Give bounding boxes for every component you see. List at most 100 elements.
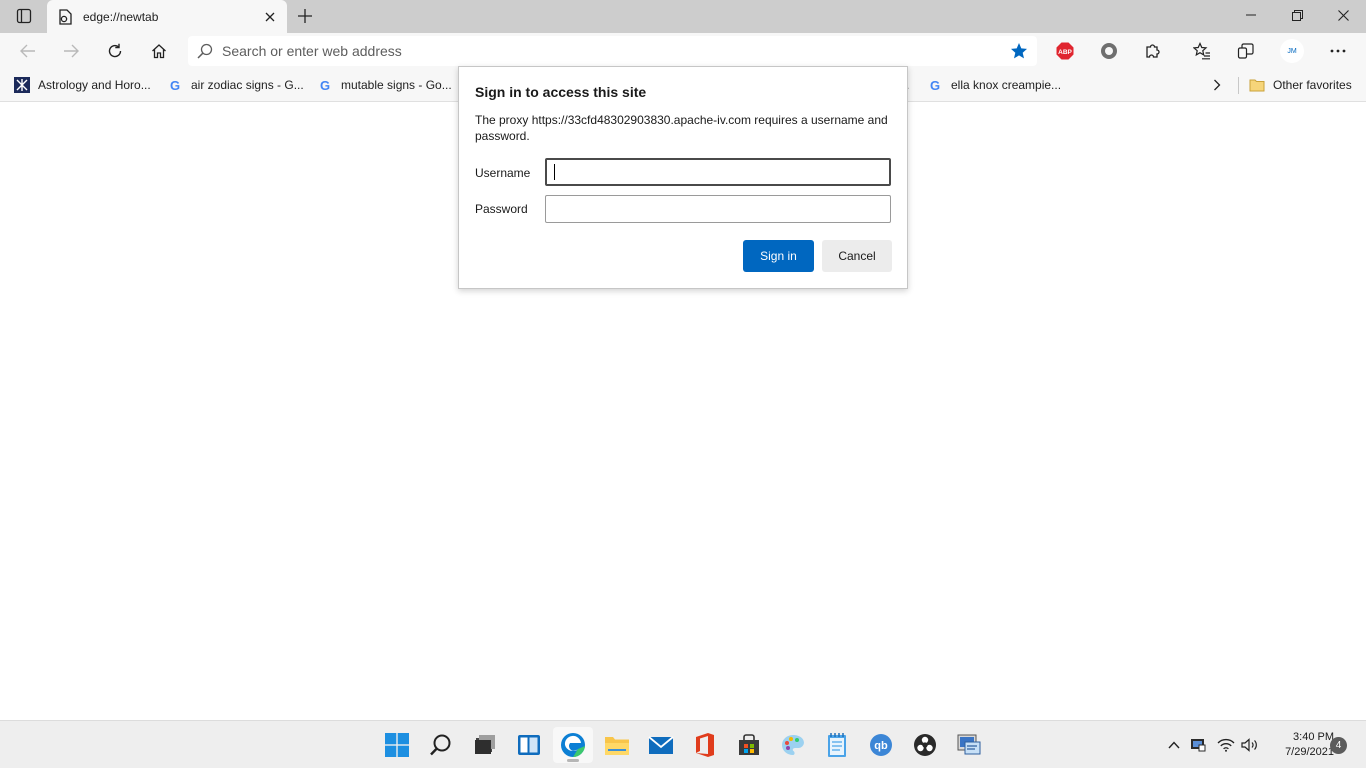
network-button[interactable]	[1215, 733, 1237, 757]
password-label: Password	[475, 202, 528, 216]
star-filled-icon	[1011, 43, 1027, 59]
dialog-message: The proxy https://33cfd48302903830.apach…	[475, 113, 888, 143]
adblock-plus-icon: ABP	[1056, 42, 1074, 60]
refresh-button[interactable]	[100, 36, 130, 66]
minimize-icon	[1246, 14, 1256, 16]
forward-button[interactable]	[56, 36, 86, 66]
edge-icon	[561, 733, 585, 758]
extensions-button[interactable]	[1138, 36, 1168, 66]
notepad-icon	[828, 733, 846, 757]
restore-button[interactable]	[1274, 0, 1320, 30]
tray-app-button[interactable]	[1188, 733, 1208, 757]
taskbar-paint[interactable]	[773, 727, 813, 763]
close-icon	[265, 12, 275, 21]
taskbar-office[interactable]	[685, 727, 725, 763]
address-input[interactable]	[222, 43, 1001, 59]
collections-button[interactable]	[1231, 36, 1261, 66]
remote-desktop-icon	[957, 734, 981, 755]
proxy-auth-dialog: Sign in to access this site The proxy ht…	[458, 66, 908, 289]
minimize-button[interactable]	[1228, 0, 1274, 30]
taskbar-clock[interactable]: 3:40 PM 7/29/2021	[1262, 730, 1334, 760]
tab-actions-icon	[16, 8, 32, 24]
taskbar-search-button[interactable]	[421, 727, 461, 763]
favorite-label: mutable signs - Go...	[341, 78, 452, 92]
folder-icon	[1249, 77, 1265, 93]
favorite-label: ella knox creampie...	[951, 78, 1062, 92]
windows-logo-icon	[385, 733, 409, 757]
new-tab-button[interactable]	[291, 4, 319, 28]
start-button[interactable]	[377, 727, 417, 763]
tab-close-button[interactable]	[257, 4, 283, 30]
taskbar-notepad[interactable]	[817, 727, 857, 763]
settings-menu-button[interactable]	[1323, 36, 1353, 66]
taskbar-mail[interactable]	[641, 727, 681, 763]
favorites-overflow-button[interactable]	[1213, 75, 1221, 95]
speaker-icon	[1241, 738, 1257, 752]
taskbar-edge[interactable]	[553, 727, 593, 763]
tray-monitor-icon	[1191, 739, 1206, 752]
avatar-initials: JM	[1287, 47, 1297, 55]
home-button[interactable]	[144, 36, 174, 66]
widgets-icon	[518, 735, 540, 755]
profile-button[interactable]: JM	[1277, 36, 1307, 66]
sign-in-button[interactable]: Sign in	[743, 240, 814, 272]
taskbar-obs[interactable]	[905, 727, 945, 763]
chevron-up-icon	[1168, 741, 1180, 749]
address-bar[interactable]	[188, 36, 1037, 66]
collections-icon	[1237, 43, 1254, 59]
obs-icon	[914, 734, 936, 756]
tab-actions-button[interactable]	[8, 4, 40, 28]
favorite-item[interactable]: Astrology and Horo...	[14, 75, 151, 95]
paint-palette-icon	[782, 735, 804, 755]
favorite-label: air zodiac signs - G...	[191, 78, 304, 92]
clock-date: 7/29/2021	[1285, 746, 1334, 758]
taskbar-store[interactable]	[729, 727, 769, 763]
tab-strip: edge://newtab	[0, 0, 1366, 33]
mail-icon	[648, 736, 674, 754]
favorite-item[interactable]: G ella knox creampie...	[927, 75, 1061, 95]
close-icon	[1337, 9, 1349, 21]
refresh-icon	[108, 43, 122, 58]
extension-circle-button[interactable]	[1094, 36, 1124, 66]
search-icon	[430, 734, 451, 756]
tab-title: edge://newtab	[83, 9, 159, 24]
favorite-label: Other favorites	[1273, 78, 1352, 92]
active-app-indicator	[567, 759, 579, 762]
favorite-item[interactable]: G air zodiac signs - G...	[167, 75, 304, 95]
taskbar-file-explorer[interactable]	[597, 727, 637, 763]
password-field[interactable]	[545, 195, 891, 223]
cancel-button[interactable]: Cancel	[822, 240, 892, 272]
chevron-right-icon	[1214, 79, 1221, 91]
widgets-button[interactable]	[509, 727, 549, 763]
notification-count-badge[interactable]: 4	[1330, 737, 1347, 754]
adblock-extension-button[interactable]: ABP	[1050, 36, 1080, 66]
astrology-site-icon	[14, 77, 30, 93]
back-button[interactable]	[13, 36, 43, 66]
avatar: JM	[1280, 39, 1304, 63]
home-icon	[152, 44, 166, 59]
folder-icon	[605, 737, 629, 755]
tab-newtab[interactable]: edge://newtab	[47, 0, 287, 33]
taskbar-remote-desktop[interactable]	[949, 727, 989, 763]
other-favorites-folder[interactable]: Other favorites	[1249, 75, 1352, 95]
dialog-title: Sign in to access this site	[475, 84, 647, 100]
google-icon: G	[319, 77, 331, 93]
task-view-button[interactable]	[465, 727, 505, 763]
more-dots-icon	[1330, 49, 1346, 53]
favorite-item[interactable]: G mutable signs - Go...	[317, 75, 452, 95]
favorites-button[interactable]	[1187, 36, 1217, 66]
close-window-button[interactable]	[1320, 0, 1366, 30]
favorites-divider	[1238, 77, 1239, 94]
volume-button[interactable]	[1239, 733, 1261, 757]
svg-text:qb: qb	[874, 740, 888, 752]
restore-icon	[1291, 9, 1303, 21]
add-favorite-button[interactable]	[1001, 36, 1037, 66]
google-icon: G	[169, 77, 181, 93]
clock-time: 3:40 PM	[1293, 731, 1334, 743]
show-hidden-icons-button[interactable]	[1164, 733, 1184, 757]
username-field[interactable]	[545, 158, 891, 186]
office-icon	[696, 733, 714, 757]
taskbar-qbittorrent[interactable]: qb	[861, 727, 901, 763]
qbittorrent-icon: qb	[870, 734, 892, 756]
search-icon	[188, 43, 222, 59]
